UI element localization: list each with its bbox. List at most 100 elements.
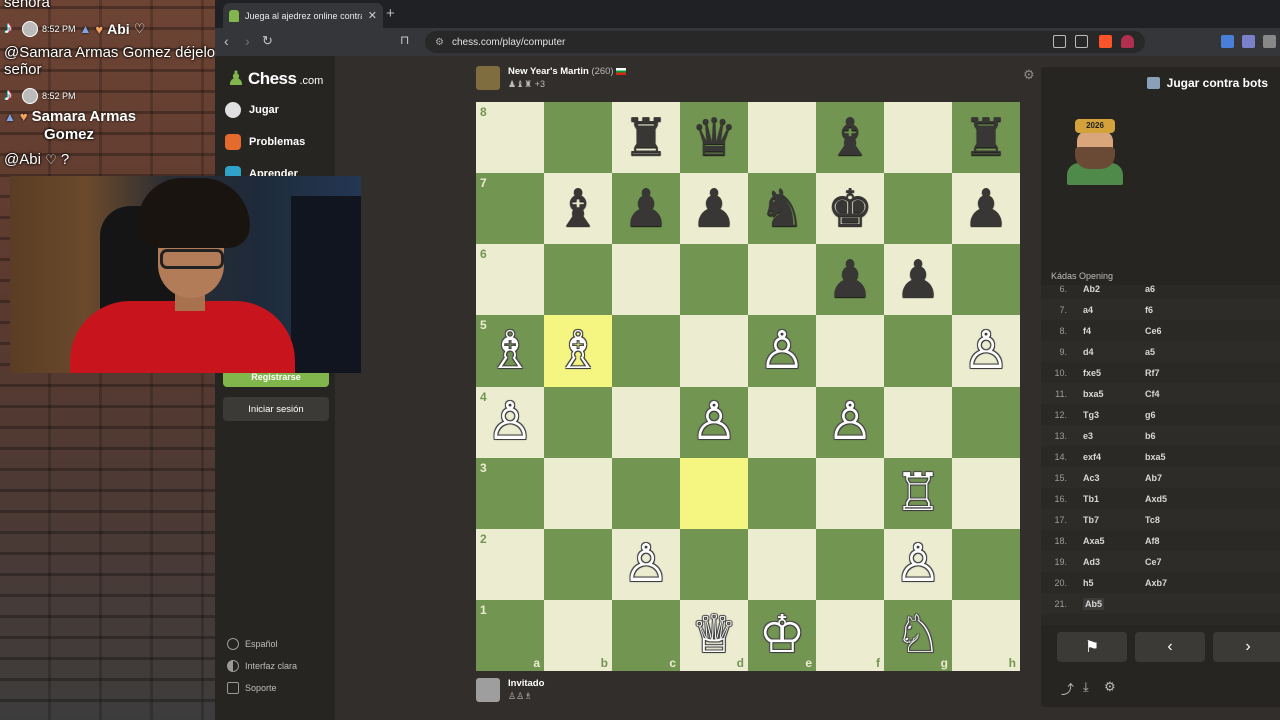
square-c6[interactable] xyxy=(612,244,680,316)
white-piece[interactable]: ♖ xyxy=(895,467,942,519)
site-info-icon[interactable]: ⚙ xyxy=(435,37,444,48)
reload-icon[interactable]: ↻ xyxy=(262,33,273,49)
square-g8[interactable] xyxy=(884,102,952,174)
square-b3[interactable] xyxy=(544,457,612,529)
white-move[interactable]: fxe5 xyxy=(1075,368,1145,378)
square-c3[interactable] xyxy=(612,457,680,529)
square-f6[interactable]: ♟ xyxy=(816,244,884,316)
square-e3[interactable] xyxy=(748,457,816,529)
square-a1[interactable]: 1a xyxy=(476,599,544,671)
white-move[interactable]: Tb7 xyxy=(1075,515,1145,525)
download-icon[interactable]: ⤓ xyxy=(1083,679,1089,695)
white-piece[interactable]: ♙ xyxy=(759,325,806,377)
black-move[interactable]: Axd5 xyxy=(1145,494,1215,504)
black-move[interactable]: Ce7 xyxy=(1145,557,1215,567)
square-g6[interactable]: ♟ xyxy=(884,244,952,316)
resign-button[interactable]: ⚑ xyxy=(1057,632,1127,662)
white-move[interactable]: Tg3 xyxy=(1075,410,1145,420)
square-b7[interactable]: ♝ xyxy=(544,173,612,245)
square-b1[interactable]: b xyxy=(544,599,612,671)
square-e7[interactable]: ♞ xyxy=(748,173,816,245)
square-g7[interactable] xyxy=(884,173,952,245)
next-move-button[interactable]: › xyxy=(1213,632,1280,662)
sidebar-item-jugar[interactable]: Jugar xyxy=(225,102,279,118)
black-piece[interactable]: ♜ xyxy=(963,112,1010,164)
black-move[interactable]: a5 xyxy=(1145,347,1215,357)
white-move[interactable]: f4 xyxy=(1075,326,1145,336)
square-b2[interactable] xyxy=(544,528,612,600)
square-h4[interactable] xyxy=(952,386,1020,458)
white-move[interactable]: exf4 xyxy=(1075,452,1145,462)
square-d5[interactable] xyxy=(680,315,748,387)
black-piece[interactable]: ♛ xyxy=(691,112,738,164)
white-move[interactable]: bxa5 xyxy=(1075,389,1145,399)
square-d6[interactable] xyxy=(680,244,748,316)
square-h2[interactable] xyxy=(952,528,1020,600)
square-a7[interactable]: 7 xyxy=(476,173,544,245)
black-piece[interactable]: ♝ xyxy=(827,112,874,164)
address-bar[interactable]: ⚙ chess.com/play/computer xyxy=(425,31,1145,53)
square-a6[interactable]: 6 xyxy=(476,244,544,316)
square-e5[interactable]: ♙ xyxy=(748,315,816,387)
square-f8[interactable]: ♝ xyxy=(816,102,884,174)
white-move[interactable]: d4 xyxy=(1075,347,1145,357)
opponent-avatar[interactable] xyxy=(476,66,500,90)
square-h8[interactable]: ♜ xyxy=(952,102,1020,174)
square-g1[interactable]: g ♘ xyxy=(884,599,952,671)
sidebar-item-problemas[interactable]: Problemas xyxy=(225,134,305,150)
white-piece[interactable]: ♙ xyxy=(487,396,534,448)
square-g2[interactable]: ♙ xyxy=(884,528,952,600)
square-h1[interactable]: h xyxy=(952,599,1020,671)
square-d4[interactable]: ♙ xyxy=(680,386,748,458)
white-move[interactable]: Ab2 xyxy=(1075,285,1145,294)
square-e1[interactable]: e ♔ xyxy=(748,599,816,671)
black-piece[interactable]: ♟ xyxy=(963,183,1010,235)
square-e6[interactable] xyxy=(748,244,816,316)
square-f5[interactable] xyxy=(816,315,884,387)
white-piece[interactable]: ♙ xyxy=(963,325,1010,377)
square-a3[interactable]: 3 xyxy=(476,457,544,529)
black-piece[interactable]: ♝ xyxy=(555,183,602,235)
black-move[interactable]: g6 xyxy=(1145,410,1215,420)
black-move[interactable]: bxa5 xyxy=(1145,452,1215,462)
theme-link[interactable]: Interfaz clara xyxy=(227,660,297,672)
share-icon[interactable] xyxy=(1075,35,1088,48)
square-g3[interactable]: ♖ xyxy=(884,457,952,529)
square-d1[interactable]: d ♕ xyxy=(680,599,748,671)
black-piece[interactable]: ♟ xyxy=(691,183,738,235)
white-piece[interactable]: ♔ xyxy=(759,609,806,661)
square-h7[interactable]: ♟ xyxy=(952,173,1020,245)
login-button[interactable]: Iniciar sesión xyxy=(223,397,329,421)
white-piece[interactable]: ♙ xyxy=(895,538,942,590)
square-a8[interactable]: 8 xyxy=(476,102,544,174)
white-move[interactable]: Ac3 xyxy=(1075,473,1145,483)
square-b5[interactable]: ♗ xyxy=(544,315,612,387)
square-f2[interactable] xyxy=(816,528,884,600)
square-c8[interactable]: ♜ xyxy=(612,102,680,174)
white-move[interactable]: Tb1 xyxy=(1075,494,1145,504)
previous-move-button[interactable]: ‹ xyxy=(1135,632,1205,662)
menu-icon[interactable] xyxy=(1263,35,1276,48)
square-h5[interactable]: ♙ xyxy=(952,315,1020,387)
square-d7[interactable]: ♟ xyxy=(680,173,748,245)
black-move[interactable]: Cf4 xyxy=(1145,389,1215,399)
opponent-name[interactable]: New Year's Martin xyxy=(508,66,589,77)
browser-tab[interactable]: Juega al ajedrez online contra el ✕ xyxy=(223,3,383,28)
white-piece[interactable]: ♙ xyxy=(691,396,738,448)
square-d8[interactable]: ♛ xyxy=(680,102,748,174)
square-f4[interactable]: ♙ xyxy=(816,386,884,458)
black-move[interactable]: Ab7 xyxy=(1145,473,1215,483)
language-link[interactable]: Español xyxy=(227,638,278,650)
square-b6[interactable] xyxy=(544,244,612,316)
black-move[interactable]: Rf7 xyxy=(1145,368,1215,378)
white-piece[interactable]: ♙ xyxy=(827,396,874,448)
square-c2[interactable]: ♙ xyxy=(612,528,680,600)
support-link[interactable]: Soporte xyxy=(227,682,277,694)
square-f3[interactable] xyxy=(816,457,884,529)
white-piece[interactable]: ♘ xyxy=(895,609,942,661)
close-tab-icon[interactable]: ✕ xyxy=(368,9,377,22)
square-g4[interactable] xyxy=(884,386,952,458)
black-piece[interactable]: ♟ xyxy=(895,254,942,306)
white-move[interactable]: Axa5 xyxy=(1075,536,1145,546)
white-piece[interactable]: ♕ xyxy=(691,609,738,661)
